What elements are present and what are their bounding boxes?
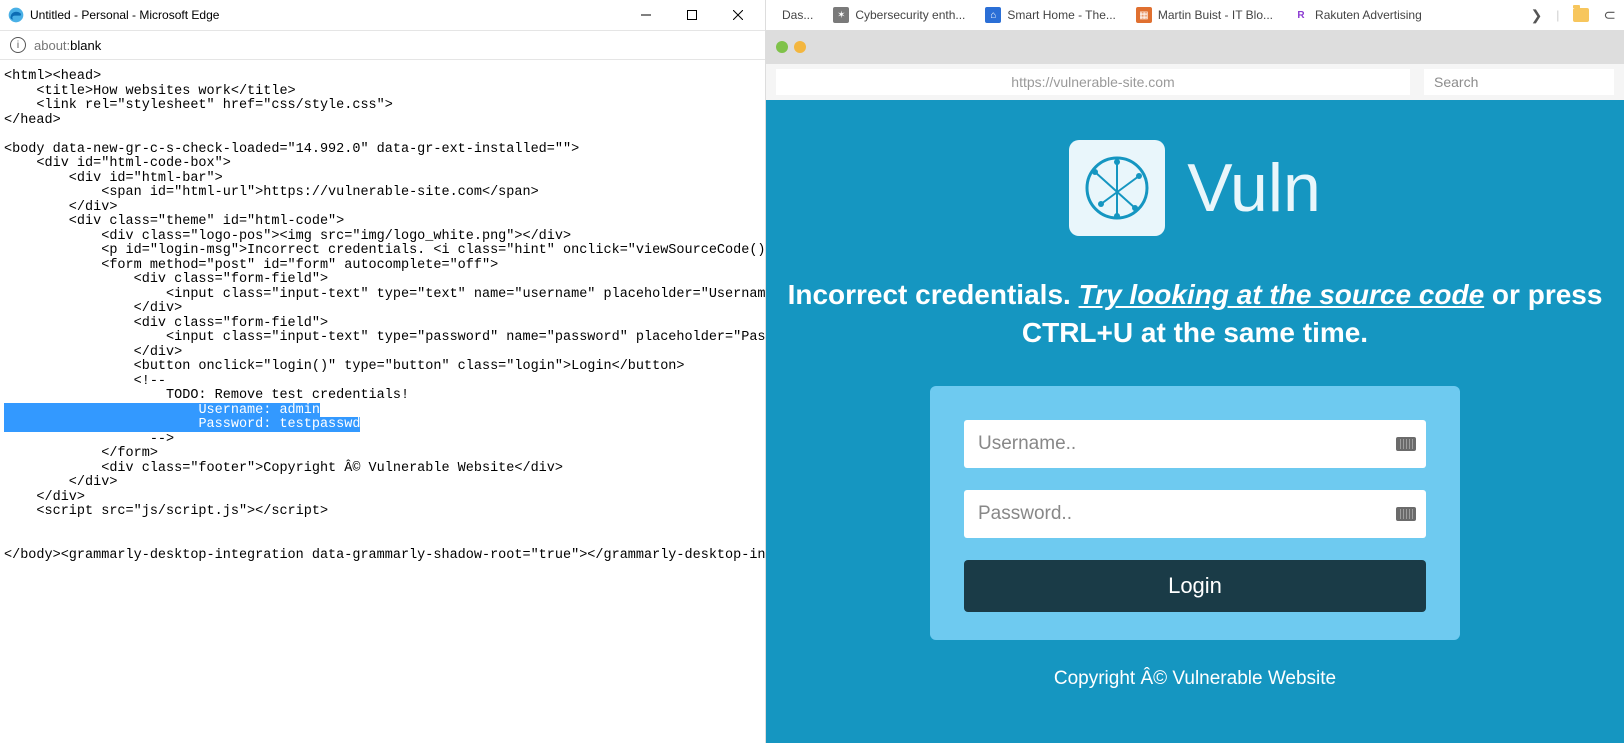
- page-icon: ▦: [1136, 7, 1152, 23]
- source-code-view[interactable]: <html><head> <title>How websites work</t…: [0, 60, 765, 743]
- vulnerable-site: Vuln Incorrect credentials. Try looking …: [766, 100, 1624, 743]
- highlighted-password: Password: testpasswd: [198, 417, 360, 432]
- address-path: blank: [70, 38, 101, 53]
- address-scheme: about:: [34, 38, 70, 53]
- rendered-pane: Das... ✶Cybersecurity enth... ⌂Smart Hom…: [766, 0, 1624, 743]
- mock-search-field[interactable]: Search: [1424, 69, 1614, 95]
- bookmark-item[interactable]: Das...: [774, 2, 821, 28]
- mock-url-field[interactable]: https://vulnerable-site.com: [776, 69, 1410, 95]
- bookmarks-bar: Das... ✶Cybersecurity enth... ⌂Smart Hom…: [766, 0, 1624, 30]
- traffic-light-yellow[interactable]: [794, 41, 806, 53]
- site-footer: Copyright Â© Vulnerable Website: [1054, 668, 1336, 690]
- window-close-button[interactable]: [715, 0, 761, 30]
- login-button[interactable]: Login: [964, 560, 1426, 612]
- bookmark-item[interactable]: ▦Martin Buist - IT Blo...: [1128, 2, 1281, 28]
- home-icon: ⌂: [985, 7, 1001, 23]
- rakuten-icon: R: [1293, 7, 1309, 23]
- info-icon[interactable]: i: [10, 37, 26, 53]
- password-input[interactable]: [964, 490, 1426, 538]
- view-source-hint-link[interactable]: Try looking at the source code: [1079, 279, 1485, 310]
- shield-icon: ✶: [833, 7, 849, 23]
- extensions-button[interactable]: ⊂: [1603, 6, 1616, 24]
- login-message: Incorrect credentials. Try looking at th…: [766, 276, 1624, 352]
- bookmark-item[interactable]: ✶Cybersecurity enth...: [825, 2, 973, 28]
- edge-icon: [8, 7, 24, 23]
- mock-url-bar: https://vulnerable-site.com Search: [766, 64, 1624, 100]
- address-bar[interactable]: i about:blank: [0, 30, 765, 60]
- source-window: Untitled - Personal - Microsoft Edge i a…: [0, 0, 766, 743]
- keyboard-icon: [1396, 507, 1416, 521]
- traffic-light-green[interactable]: [776, 41, 788, 53]
- brand-row: Vuln: [1069, 140, 1321, 236]
- globe-icon: [1081, 152, 1153, 224]
- bookmarks-folder-icon[interactable]: [1573, 8, 1589, 22]
- window-titlebar: Untitled - Personal - Microsoft Edge: [0, 0, 765, 30]
- username-input[interactable]: [964, 420, 1426, 468]
- keyboard-icon: [1396, 437, 1416, 451]
- window-title: Untitled - Personal - Microsoft Edge: [30, 8, 219, 22]
- brand-logo: [1069, 140, 1165, 236]
- highlighted-username: Username: admin: [198, 403, 320, 418]
- login-card: Login: [930, 386, 1460, 640]
- window-minimize-button[interactable]: [623, 0, 669, 30]
- window-maximize-button[interactable]: [669, 0, 715, 30]
- bookmark-item[interactable]: RRakuten Advertising: [1285, 2, 1430, 28]
- bookmarks-overflow-button[interactable]: ❯: [1531, 7, 1543, 24]
- brand-name: Vuln: [1187, 149, 1321, 227]
- mock-window-controls: [766, 30, 1624, 64]
- bookmark-item[interactable]: ⌂Smart Home - The...: [977, 2, 1123, 28]
